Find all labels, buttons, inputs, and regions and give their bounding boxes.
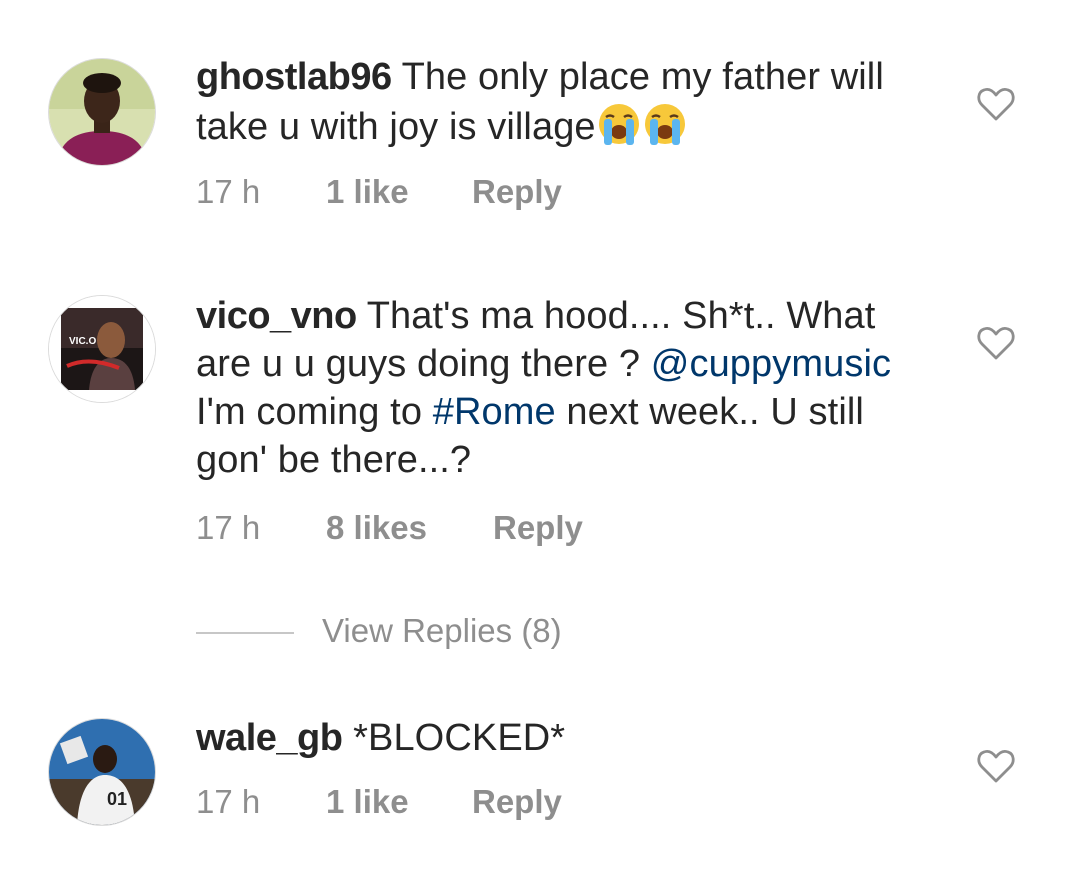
comment-text: vico_vno That's ma hood.... Sh*t.. What … [196,292,916,484]
heart-outline-icon[interactable] [976,325,1016,361]
comment-username[interactable]: ghostlab96 [196,56,392,98]
comment-meta: 17 h 1 like Reply [196,172,562,212]
comment-username[interactable]: vico_vno [196,295,357,337]
avatar[interactable] [49,59,155,165]
avatar[interactable]: 01 [49,719,155,825]
reply-button[interactable]: Reply [493,508,583,548]
view-replies-button[interactable]: View Replies (8) [196,610,562,652]
comment-time: 17 h [196,783,261,820]
comment-meta: 17 h 1 like Reply [196,782,562,822]
avatar-label: 01 [107,789,127,809]
comment-meta: 17 h 8 likes Reply [196,508,583,548]
view-replies-divider [196,632,294,635]
heart-outline-icon[interactable] [976,86,1016,122]
view-replies-label[interactable]: View Replies (8) [322,612,562,649]
comment-body: *BLOCKED* [342,717,566,759]
comment-time: 17 h [196,509,261,546]
comment-text: wale_gb *BLOCKED* [196,714,916,762]
comment-likes[interactable]: 8 likes [326,508,493,548]
comment-likes[interactable]: 1 like [326,782,472,822]
reply-button[interactable]: Reply [472,782,562,822]
heart-outline-icon[interactable] [976,748,1016,784]
mention-link[interactable]: @cuppymusic [651,343,891,385]
comment-time: 17 h [196,173,261,210]
hashtag-link[interactable]: #Rome [433,391,556,433]
comment-text: ghostlab96 The only place my father will… [196,53,916,151]
avatar-label: VIC.O [69,336,96,347]
comment-likes[interactable]: 1 like [326,172,472,212]
reply-button[interactable]: Reply [472,172,562,212]
comment-username[interactable]: wale_gb [196,717,343,759]
comment-body-cont: I'm coming to [196,391,433,433]
loudly-crying-face-icon [644,104,685,145]
avatar[interactable]: VIC.O [49,296,155,402]
loudly-crying-face-icon [598,104,639,145]
